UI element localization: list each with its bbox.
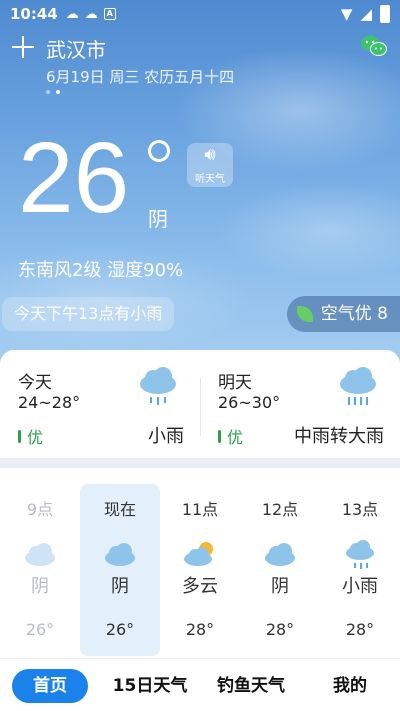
hourly-forecast[interactable]: 9点 阴 26° 现在 阴 26° 11点 多云 28° 12点 阴 28° 1… — [0, 468, 400, 658]
tab-fishing[interactable]: 钓鱼天气 — [206, 669, 296, 703]
tab-mine[interactable]: 我的 — [314, 669, 386, 703]
hour-condition: 阴 — [111, 576, 129, 597]
hour-label: 12点 — [261, 500, 299, 519]
hour-label: 9点 — [26, 500, 54, 519]
add-city-button[interactable] — [12, 36, 34, 58]
signal-icon: ◢ — [360, 5, 372, 23]
hour-item: 12点 阴 28° — [240, 484, 320, 656]
light-rain-icon — [346, 540, 374, 569]
forecast-air-label: 优 — [227, 428, 244, 447]
status-time: 10:44 — [10, 5, 58, 23]
heavy-rain-icon — [340, 367, 376, 405]
air-quality-badge[interactable]: 空气优 8 — [286, 296, 400, 332]
forecast-air-label: 优 — [27, 428, 44, 447]
air-bar-icon — [18, 429, 21, 443]
hour-item: 9点 阴 26° — [0, 484, 80, 656]
forecast-condition: 中雨转大雨 — [294, 426, 384, 447]
hour-temp: 28° — [345, 620, 375, 639]
cloudy-icon — [25, 543, 55, 566]
tab-home[interactable]: 首页 — [12, 669, 88, 703]
hour-condition: 多云 — [182, 576, 218, 597]
hour-temp: 28° — [265, 620, 295, 639]
hour-item: 13点 小雨 28° — [320, 484, 400, 656]
speaker-icon: 🔊︎ — [204, 144, 216, 165]
battery-icon — [380, 5, 390, 23]
current-temperature: 26 — [18, 122, 130, 234]
daily-forecast-card: 今天 24~28° 优 小雨 明天 26~30° 优 中雨转大雨 — [0, 350, 400, 458]
partly-cloudy-icon — [184, 542, 213, 566]
light-rain-icon — [140, 367, 176, 405]
forecast-today[interactable]: 今天 24~28° 优 小雨 — [0, 350, 200, 458]
hour-label: 13点 — [341, 500, 379, 519]
air-quality-label: 空气优 8 — [320, 304, 388, 324]
tab-15-day[interactable]: 15日天气 — [104, 669, 196, 703]
cloudy-icon — [105, 543, 135, 566]
bottom-tab-bar: 首页 15日天气 钓鱼天气 我的 — [0, 658, 400, 711]
hour-label: 11点 — [181, 500, 219, 519]
hour-condition: 阴 — [271, 576, 289, 597]
forecast-air: 优 — [218, 424, 243, 448]
city-name[interactable]: 武汉市 — [46, 34, 106, 63]
wechat-icon[interactable] — [360, 34, 388, 58]
air-bar-icon — [218, 429, 221, 443]
date-label: 6月19日 周三 农历五月十四 — [46, 68, 235, 86]
cloud-notification-icon-2: ☁ — [84, 6, 98, 22]
degree-symbol-icon — [148, 140, 170, 162]
cloud-notification-icon: ☁ — [65, 6, 79, 22]
page-indicator — [46, 90, 60, 94]
hour-condition: 阴 — [31, 576, 49, 597]
rain-alert[interactable]: 今天下午13点有小雨 — [2, 297, 175, 331]
hour-temp: 26° — [25, 620, 55, 639]
forecast-range: 24~28° — [18, 393, 81, 412]
page-dot — [46, 90, 50, 94]
wind-humidity: 东南风2级 湿度90% — [18, 260, 184, 281]
wifi-icon: ▼ — [340, 5, 353, 23]
forecast-range: 26~30° — [218, 393, 281, 412]
hour-item-now: 现在 阴 26° — [80, 484, 160, 656]
leaf-icon — [296, 306, 313, 322]
listen-weather-label: 听天气 — [195, 174, 225, 185]
hour-item: 11点 多云 28° — [160, 484, 240, 656]
forecast-air: 优 — [18, 424, 43, 448]
status-bar: 10:44 ☁ ☁ A ▼ ◢ — [0, 0, 400, 28]
hour-temp: 26° — [105, 620, 135, 639]
hour-label: 现在 — [103, 500, 136, 519]
forecast-condition: 小雨 — [148, 426, 184, 447]
forecast-tomorrow[interactable]: 明天 26~30° 优 中雨转大雨 — [200, 350, 400, 458]
current-condition: 阴 — [148, 207, 168, 231]
forecast-day: 今天 — [18, 373, 52, 393]
cloudy-icon — [265, 543, 295, 566]
hour-condition: 小雨 — [342, 576, 378, 597]
listen-weather-button[interactable]: 🔊︎ 听天气 — [187, 143, 233, 187]
page-dot-active — [56, 90, 60, 94]
header: 武汉市 6月19日 周三 农历五月十四 — [12, 34, 388, 94]
app-notification-icon: A — [103, 8, 116, 20]
forecast-day: 明天 — [218, 373, 252, 393]
hour-temp: 28° — [185, 620, 215, 639]
